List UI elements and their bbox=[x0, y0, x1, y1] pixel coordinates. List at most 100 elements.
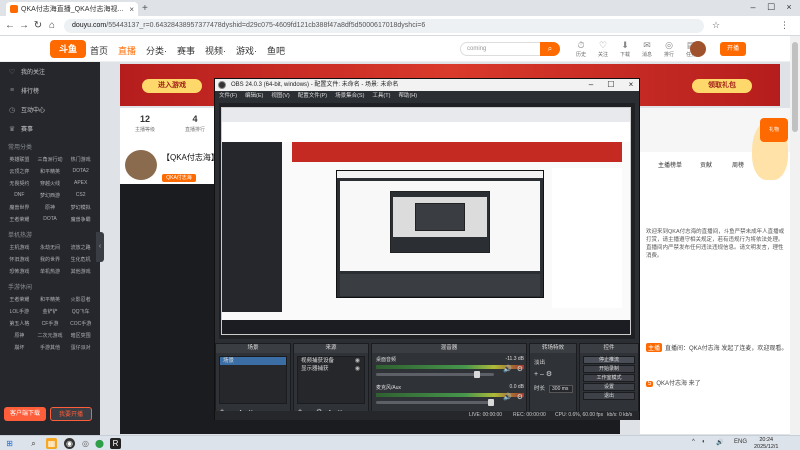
home-icon[interactable]: ⌂ bbox=[46, 20, 58, 31]
douyu-logo[interactable]: 斗鱼 bbox=[50, 40, 86, 58]
sidebar-tag[interactable]: 穿越火线 bbox=[35, 180, 66, 187]
transition-type-select[interactable]: 淡出 bbox=[534, 358, 545, 366]
sidebar-tag[interactable]: 王者荣耀 bbox=[4, 216, 35, 223]
sidebar-tag[interactable]: DOTA bbox=[35, 216, 66, 223]
message-button[interactable]: ✉ 消息 bbox=[638, 40, 656, 58]
search-icon[interactable]: ⌕ bbox=[28, 438, 39, 449]
back-icon[interactable]: ← bbox=[4, 20, 16, 31]
studio-mode-button[interactable]: 工作室模式 bbox=[583, 374, 635, 382]
start-recording-button[interactable]: 开始录制 bbox=[583, 365, 635, 373]
start-live-button[interactable]: 开播 bbox=[720, 42, 746, 56]
network-icon[interactable]: ◐ bbox=[702, 439, 706, 445]
bookmark-star-icon[interactable]: ☆ bbox=[712, 20, 720, 31]
sidebar-tag[interactable]: 金铲铲 bbox=[35, 308, 66, 315]
room-tag-badge[interactable]: QKA付志海 bbox=[162, 174, 196, 182]
url-input[interactable]: douyu.com/55443137_r=0.64328438957377478… bbox=[64, 19, 704, 33]
tab-contribution[interactable]: 贡献 bbox=[700, 160, 712, 169]
source-item[interactable]: 视频捕获设备 ◉ bbox=[298, 357, 364, 365]
exit-button[interactable]: 退出 bbox=[583, 392, 635, 400]
browser-menu-icon[interactable]: ⋮ bbox=[780, 20, 789, 31]
speaker-icon[interactable]: 🔊 bbox=[503, 393, 512, 401]
sidebar-tag[interactable]: APEX bbox=[65, 180, 96, 187]
eye-icon[interactable]: ◉ bbox=[355, 365, 360, 373]
rank-button[interactable]: ◎ 排行 bbox=[660, 40, 678, 58]
nav-yuba[interactable]: 鱼吧 bbox=[267, 44, 285, 57]
speaker-icon[interactable]: 🔊 bbox=[503, 365, 512, 373]
browser-tab[interactable]: QKA付志海直播_QKA付志海视... × bbox=[6, 2, 138, 16]
sidebar-tag[interactable]: 梦幻模拟 bbox=[65, 204, 96, 211]
sidebar-tag[interactable]: CF手游 bbox=[35, 320, 66, 327]
maximize-button[interactable]: ☐ bbox=[762, 2, 780, 13]
search-icon[interactable]: ⌕ bbox=[540, 42, 560, 56]
sidebar-tag[interactable]: 原神 bbox=[4, 332, 35, 339]
settings-button[interactable]: 设置 bbox=[583, 383, 635, 391]
sources-list[interactable]: 视频捕获设备 ◉ 显示器捕获 ◉ bbox=[297, 356, 365, 404]
sidebar-tag[interactable]: LOL手游 bbox=[4, 308, 35, 315]
nav-category[interactable]: 分类· bbox=[146, 44, 167, 57]
sidebar-tag[interactable]: 火影忍者 bbox=[65, 296, 96, 303]
obs-title-bar[interactable]: OBS 24.0.3 (64-bit, windows) - 配置文件: 未命名… bbox=[215, 79, 639, 91]
history-button[interactable]: ⏱ 历史 bbox=[572, 40, 590, 58]
volume-slider-knob[interactable] bbox=[488, 399, 494, 406]
windows-start-icon[interactable]: ⊞ bbox=[4, 438, 15, 449]
sidebar-tag[interactable]: 三角洲行动 bbox=[35, 156, 66, 163]
sidebar-tag[interactable]: COC手游 bbox=[65, 320, 96, 327]
volume-slider-knob[interactable] bbox=[474, 371, 480, 378]
transition-settings-icon[interactable]: ⚙ bbox=[546, 371, 552, 378]
page-scrollbar[interactable] bbox=[790, 36, 800, 435]
sidebar-tag[interactable]: 单机热游 bbox=[35, 268, 66, 275]
tab-close-icon[interactable]: × bbox=[129, 5, 134, 14]
sidebar-tag[interactable]: 和平精英 bbox=[35, 168, 66, 175]
nav-events[interactable]: 赛事 bbox=[177, 44, 195, 57]
menu-tools[interactable]: 工具(T) bbox=[372, 91, 390, 101]
sidebar-tag[interactable]: 无畏契约 bbox=[4, 180, 35, 187]
obs-close-button[interactable]: × bbox=[623, 79, 639, 91]
go-live-button[interactable]: 我要开播 bbox=[50, 407, 92, 421]
gear-icon[interactable]: ⚙ bbox=[517, 393, 523, 401]
language-indicator[interactable]: ENG bbox=[734, 439, 747, 445]
sidebar-tag[interactable]: 暗区突围 bbox=[65, 332, 96, 339]
sidebar-tag[interactable]: 蛋仔派对 bbox=[65, 344, 96, 351]
sidebar-tag[interactable]: 热门游戏 bbox=[65, 156, 96, 163]
follow-button[interactable]: ♡ 关注 bbox=[594, 40, 612, 58]
download-button[interactable]: ⬇ 下载 bbox=[616, 40, 634, 58]
sidebar-tag[interactable]: 英雄联盟 bbox=[4, 156, 35, 163]
sidebar-tag[interactable]: 手游其他 bbox=[35, 344, 66, 351]
remove-transition-icon[interactable]: – bbox=[540, 371, 544, 378]
eye-icon[interactable]: ◉ bbox=[355, 357, 360, 365]
gear-icon[interactable]: ⚙ bbox=[517, 365, 523, 373]
app-r-icon[interactable]: R bbox=[110, 438, 121, 449]
claim-gift-button[interactable]: 领取礼包 bbox=[692, 79, 752, 93]
sidebar-item-ranking[interactable]: ≡ 排行榜 bbox=[0, 81, 100, 100]
sidebar-tag[interactable]: 流放之路 bbox=[65, 244, 96, 251]
menu-view[interactable]: 视图(V) bbox=[271, 91, 289, 101]
nav-games[interactable]: 游戏· bbox=[236, 44, 257, 57]
tray-expand-icon[interactable]: ^ bbox=[692, 439, 695, 445]
volume-slider[interactable] bbox=[376, 371, 494, 378]
nav-video[interactable]: 视频· bbox=[205, 44, 226, 57]
sidebar-tag[interactable]: 我的世界 bbox=[35, 256, 66, 263]
sidebar-tag[interactable]: 生化危机 bbox=[65, 256, 96, 263]
stop-streaming-button[interactable]: 停止推流 bbox=[583, 356, 635, 364]
file-explorer-icon[interactable]: ▦ bbox=[46, 438, 57, 449]
scenes-list[interactable]: 场景 bbox=[219, 356, 287, 404]
sidebar-tag[interactable]: 永劫无间 bbox=[35, 244, 66, 251]
sidebar-tag[interactable]: 云顶之弈 bbox=[4, 168, 35, 175]
new-tab-button[interactable]: + bbox=[142, 3, 148, 14]
sidebar-tag[interactable]: 怀旧游戏 bbox=[4, 256, 35, 263]
sidebar-tag[interactable]: 二次元游戏 bbox=[35, 332, 66, 339]
sidebar-tag[interactable]: QQ飞车 bbox=[65, 308, 96, 315]
sidebar-tag[interactable]: 魔兽世界 bbox=[4, 204, 35, 211]
scene-item[interactable]: 场景 bbox=[220, 357, 286, 365]
add-transition-icon[interactable]: + bbox=[534, 371, 538, 378]
obs-maximize-button[interactable]: ☐ bbox=[603, 79, 619, 91]
sidebar-tag[interactable]: DNF bbox=[4, 192, 35, 199]
forward-icon[interactable]: → bbox=[18, 20, 30, 31]
menu-profile[interactable]: 配置文件(P) bbox=[298, 91, 327, 101]
obs-minimize-button[interactable]: – bbox=[583, 79, 599, 91]
menu-edit[interactable]: 编辑(E) bbox=[245, 91, 263, 101]
scrollbar-thumb[interactable] bbox=[792, 42, 798, 132]
sidebar-tag[interactable]: DOTA2 bbox=[65, 168, 96, 175]
reload-icon[interactable]: ↻ bbox=[32, 20, 44, 31]
obs-preview-canvas[interactable] bbox=[219, 103, 635, 339]
